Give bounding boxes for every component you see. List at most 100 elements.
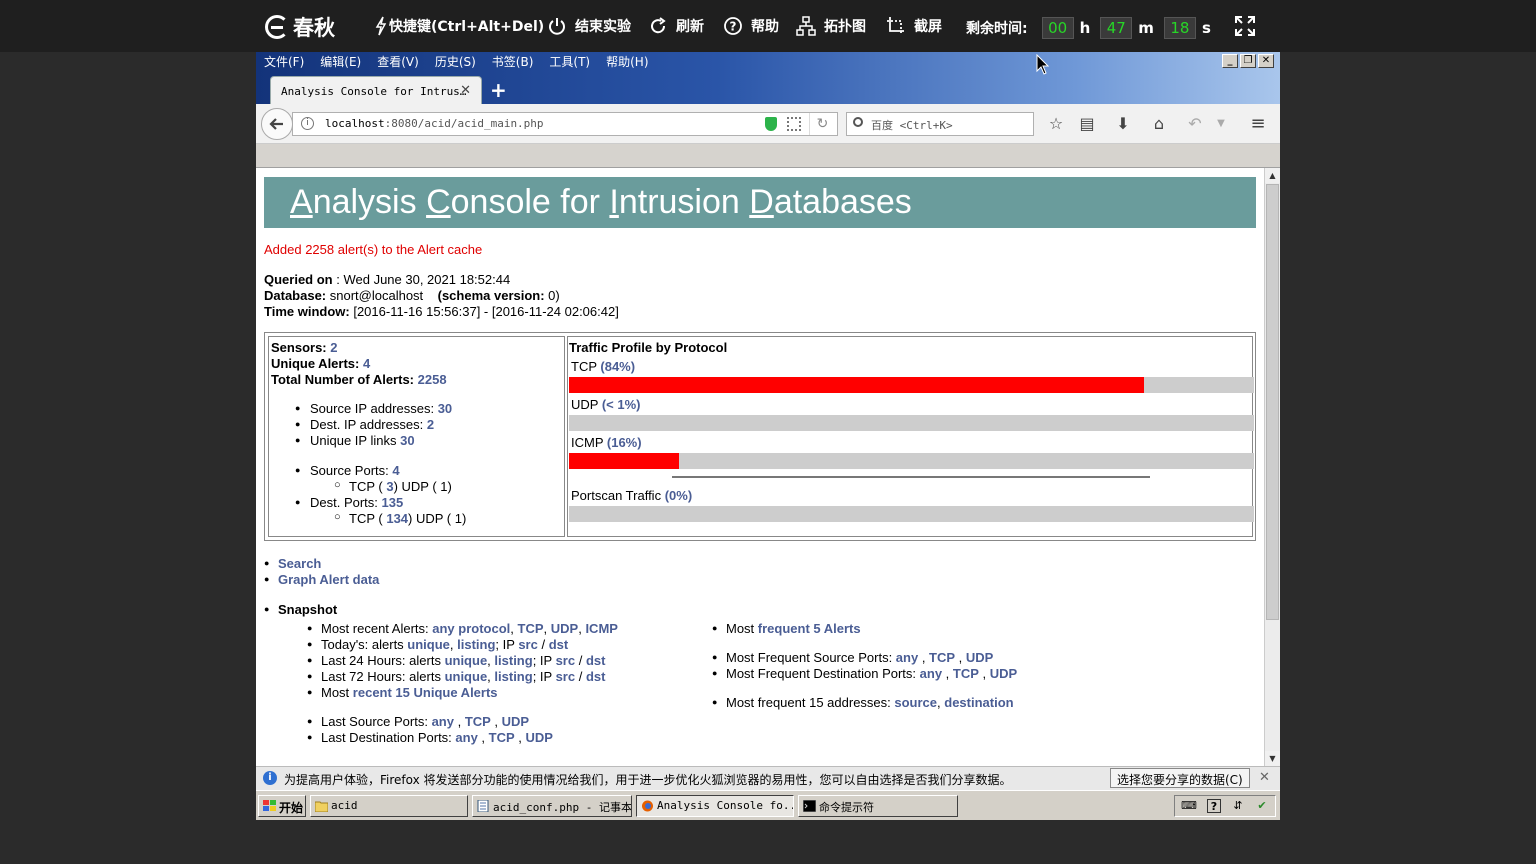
last-src-any-link[interactable]: any xyxy=(432,714,454,729)
recent-any-protocol-link[interactable]: any protocol xyxy=(432,621,510,636)
search-bar[interactable]: 百度 <Ctrl+K> xyxy=(846,112,1034,136)
dst-tcp-link[interactable]: 134 xyxy=(386,511,408,526)
icmp-pct-link[interactable]: (16%) xyxy=(607,435,642,450)
security-icon[interactable]: ✔ xyxy=(1255,799,1269,813)
info-icon[interactable]: i xyxy=(301,117,314,130)
menu-help[interactable]: 帮助(H) xyxy=(606,53,648,70)
help-button[interactable]: ? 帮助 xyxy=(723,16,779,36)
notification-close-icon[interactable]: ✕ xyxy=(1259,770,1270,785)
page-scrollbar[interactable]: ▲ ▼ xyxy=(1264,168,1280,766)
last-dst-tcp-link[interactable]: TCP xyxy=(489,730,515,745)
todays-listing-link[interactable]: listing xyxy=(457,637,495,652)
last-src-tcp-link[interactable]: TCP xyxy=(465,714,491,729)
taskbar-item-cmd[interactable]: 命令提示符 xyxy=(798,795,958,817)
graph-alert-link[interactable]: Graph Alert data xyxy=(278,572,379,587)
frequent5-link[interactable]: frequent 5 Alerts xyxy=(758,621,861,636)
bookmark-star-icon[interactable]: ☆ xyxy=(1046,114,1066,134)
todays-src-link[interactable]: src xyxy=(518,637,538,652)
close-window-button[interactable]: ✕ xyxy=(1258,54,1274,68)
taskbar-item-firefox[interactable]: Analysis Console fo... xyxy=(636,795,794,817)
freq15-destination-link[interactable]: destination xyxy=(944,695,1013,710)
menu-edit[interactable]: 编辑(E) xyxy=(320,53,361,70)
end-experiment-button[interactable]: 结束实验 xyxy=(547,16,631,36)
dropdown-icon[interactable]: ▼ xyxy=(1211,114,1231,134)
taskbar-item-notepad[interactable]: acid_conf.php - 记事本 xyxy=(472,795,632,817)
menu-view[interactable]: 查看(V) xyxy=(377,53,419,70)
src-ip-link[interactable]: 30 xyxy=(438,401,452,416)
menu-tools[interactable]: 工具(T) xyxy=(549,53,590,70)
scroll-up-icon[interactable]: ▲ xyxy=(1265,168,1280,183)
tab-close-icon[interactable]: ✕ xyxy=(460,83,471,98)
reading-list-icon[interactable]: ▤ xyxy=(1077,114,1097,134)
total-alerts-link[interactable]: 2258 xyxy=(418,372,447,387)
shortcut-button[interactable]: 快捷键(Ctrl+Alt+Del) xyxy=(375,16,544,36)
hamburger-menu-icon[interactable]: ≡ xyxy=(1248,114,1268,134)
scroll-down-icon[interactable]: ▼ xyxy=(1265,751,1280,766)
freq-src-udp-link[interactable]: UDP xyxy=(966,650,993,665)
url-bar[interactable]: i localhost:8080/acid/acid_main.php ↻ xyxy=(292,112,838,136)
last-dst-udp-link[interactable]: UDP xyxy=(526,730,553,745)
last72-src-link[interactable]: src xyxy=(556,669,576,684)
recent15-link[interactable]: recent 15 Unique Alerts xyxy=(353,685,498,700)
new-tab-button[interactable]: + xyxy=(490,78,507,102)
scroll-thumb[interactable] xyxy=(1266,184,1279,620)
menu-history[interactable]: 历史(S) xyxy=(435,53,476,70)
freq-dst-tcp-link[interactable]: TCP xyxy=(953,666,979,681)
src-tcp-link[interactable]: 3 xyxy=(386,479,393,494)
freq-src-tcp-link[interactable]: TCP xyxy=(929,650,955,665)
share-data-button[interactable]: 选择您要分享的数据(C) xyxy=(1110,768,1250,788)
last24-src-link[interactable]: src xyxy=(556,653,576,668)
todays-unique-link[interactable]: unique xyxy=(407,637,450,652)
recent-tcp-link[interactable]: TCP xyxy=(518,621,544,636)
todays-dst-link[interactable]: dst xyxy=(549,637,569,652)
unique-alerts-link[interactable]: 4 xyxy=(363,356,370,371)
icmp-bar xyxy=(569,453,1254,469)
keyboard-icon[interactable]: ⌨ xyxy=(1181,799,1197,813)
svg-text:?: ? xyxy=(730,20,737,34)
graph-item: Graph Alert data xyxy=(264,572,379,587)
last72-listing-link[interactable]: listing xyxy=(494,669,532,684)
dst-ip-link[interactable]: 2 xyxy=(427,417,434,432)
shield-icon[interactable] xyxy=(765,117,777,131)
last24-dst-link[interactable]: dst xyxy=(586,653,606,668)
last72-dst-link[interactable]: dst xyxy=(586,669,606,684)
dst-ports-link[interactable]: 135 xyxy=(382,495,404,510)
last72-unique-link[interactable]: unique xyxy=(445,669,488,684)
back-button[interactable] xyxy=(261,108,293,140)
sensors-link[interactable]: 2 xyxy=(330,340,337,355)
freq-src-any-link[interactable]: any xyxy=(896,650,918,665)
refresh-button[interactable]: 刷新 xyxy=(648,16,704,36)
fullscreen-button[interactable] xyxy=(1235,16,1263,36)
recent-udp-link[interactable]: UDP xyxy=(551,621,578,636)
search-link[interactable]: Search xyxy=(278,556,321,571)
reload-icon[interactable]: ↻ xyxy=(809,113,835,135)
menu-bookmarks[interactable]: 书签(B) xyxy=(492,53,534,70)
last24-unique-link[interactable]: unique xyxy=(445,653,488,668)
undo-icon[interactable]: ↶ xyxy=(1185,114,1205,134)
last-src-udp-link[interactable]: UDP xyxy=(502,714,529,729)
last24-listing-link[interactable]: listing xyxy=(494,653,532,668)
home-icon[interactable]: ⌂ xyxy=(1149,114,1169,134)
tcp-pct-link[interactable]: (84%) xyxy=(600,359,635,374)
recent-icmp-link[interactable]: ICMP xyxy=(585,621,618,636)
minimize-button[interactable]: _ xyxy=(1222,54,1238,68)
freq-dst-any-link[interactable]: any xyxy=(920,666,942,681)
portscan-pct-link[interactable]: (0%) xyxy=(665,488,692,503)
taskbar-item-acid[interactable]: acid xyxy=(310,795,468,817)
restore-button[interactable]: ❐ xyxy=(1240,54,1256,68)
download-icon[interactable]: ⬇ xyxy=(1113,114,1133,134)
screenshot-button[interactable]: 截屏 xyxy=(886,16,942,36)
start-button[interactable]: 开始 xyxy=(258,795,306,817)
help-tray-icon[interactable]: ? xyxy=(1207,799,1221,813)
last-dst-any-link[interactable]: any xyxy=(455,730,477,745)
freq15-source-link[interactable]: source xyxy=(894,695,937,710)
network-icon[interactable]: ⇵ xyxy=(1231,799,1245,813)
ip-links-link[interactable]: 30 xyxy=(400,433,414,448)
src-ports-link[interactable]: 4 xyxy=(392,463,399,478)
topology-button[interactable]: 拓扑图 xyxy=(796,16,866,36)
udp-pct-link[interactable]: (< 1%) xyxy=(602,397,641,412)
browser-tab[interactable]: Analysis Console for Intrus… ✕ xyxy=(270,76,482,104)
freq-dst-udp-link[interactable]: UDP xyxy=(990,666,1017,681)
qr-code-icon[interactable] xyxy=(787,117,801,131)
menu-file[interactable]: 文件(F) xyxy=(264,53,304,70)
